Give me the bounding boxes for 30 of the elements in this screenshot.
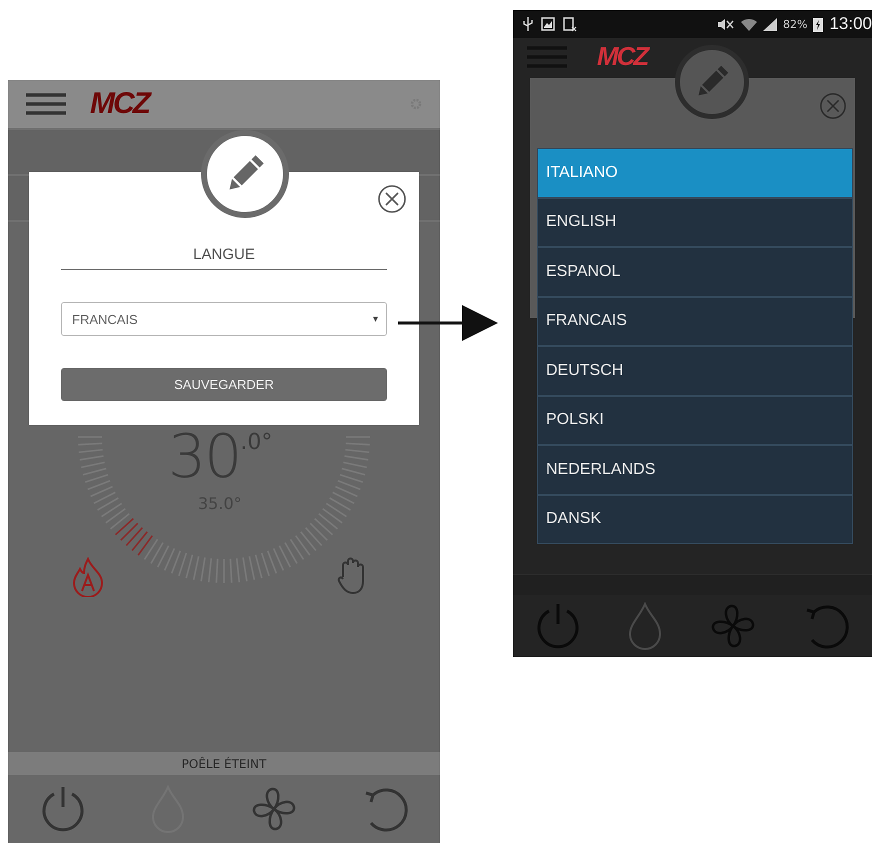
language-option[interactable]: POLSKI <box>537 396 853 445</box>
logo: MCZ <box>90 87 149 121</box>
language-select[interactable]: FRANCAIS ▾ <box>61 302 387 336</box>
wifi-icon <box>741 18 757 30</box>
power-icon[interactable] <box>40 785 86 833</box>
language-option[interactable]: NEDERLANDS <box>537 445 853 494</box>
mute-icon <box>717 18 735 30</box>
stove-status: POÊLE ÉTEINT <box>182 756 266 770</box>
language-option[interactable]: FRANCAIS <box>537 296 853 346</box>
dialog-title: LANGUE <box>61 246 387 270</box>
language-option[interactable]: DANSK <box>537 494 853 544</box>
arrow-icon <box>398 303 498 343</box>
image-icon <box>541 17 555 31</box>
fan-icon[interactable] <box>250 785 298 833</box>
language-option[interactable]: ITALIANO <box>537 148 853 198</box>
language-option[interactable]: ESPANOL <box>537 247 853 296</box>
signal-icon <box>763 18 777 30</box>
battery-icon <box>813 16 824 32</box>
menu-icon[interactable] <box>26 93 66 115</box>
clock-time: 13:00 <box>829 14 872 34</box>
fan-icon[interactable] <box>708 602 757 650</box>
usb-icon <box>523 16 533 32</box>
document-icon <box>563 16 577 32</box>
close-icon[interactable] <box>377 184 407 214</box>
logo: MCZ <box>597 41 648 72</box>
save-button[interactable]: SAUVEGARDER <box>61 368 387 401</box>
power-icon[interactable] <box>535 602 582 650</box>
language-option[interactable]: DEUTSCH <box>537 346 853 396</box>
battery-percent: 82% <box>783 18 808 30</box>
language-option[interactable]: ENGLISH <box>537 198 853 247</box>
